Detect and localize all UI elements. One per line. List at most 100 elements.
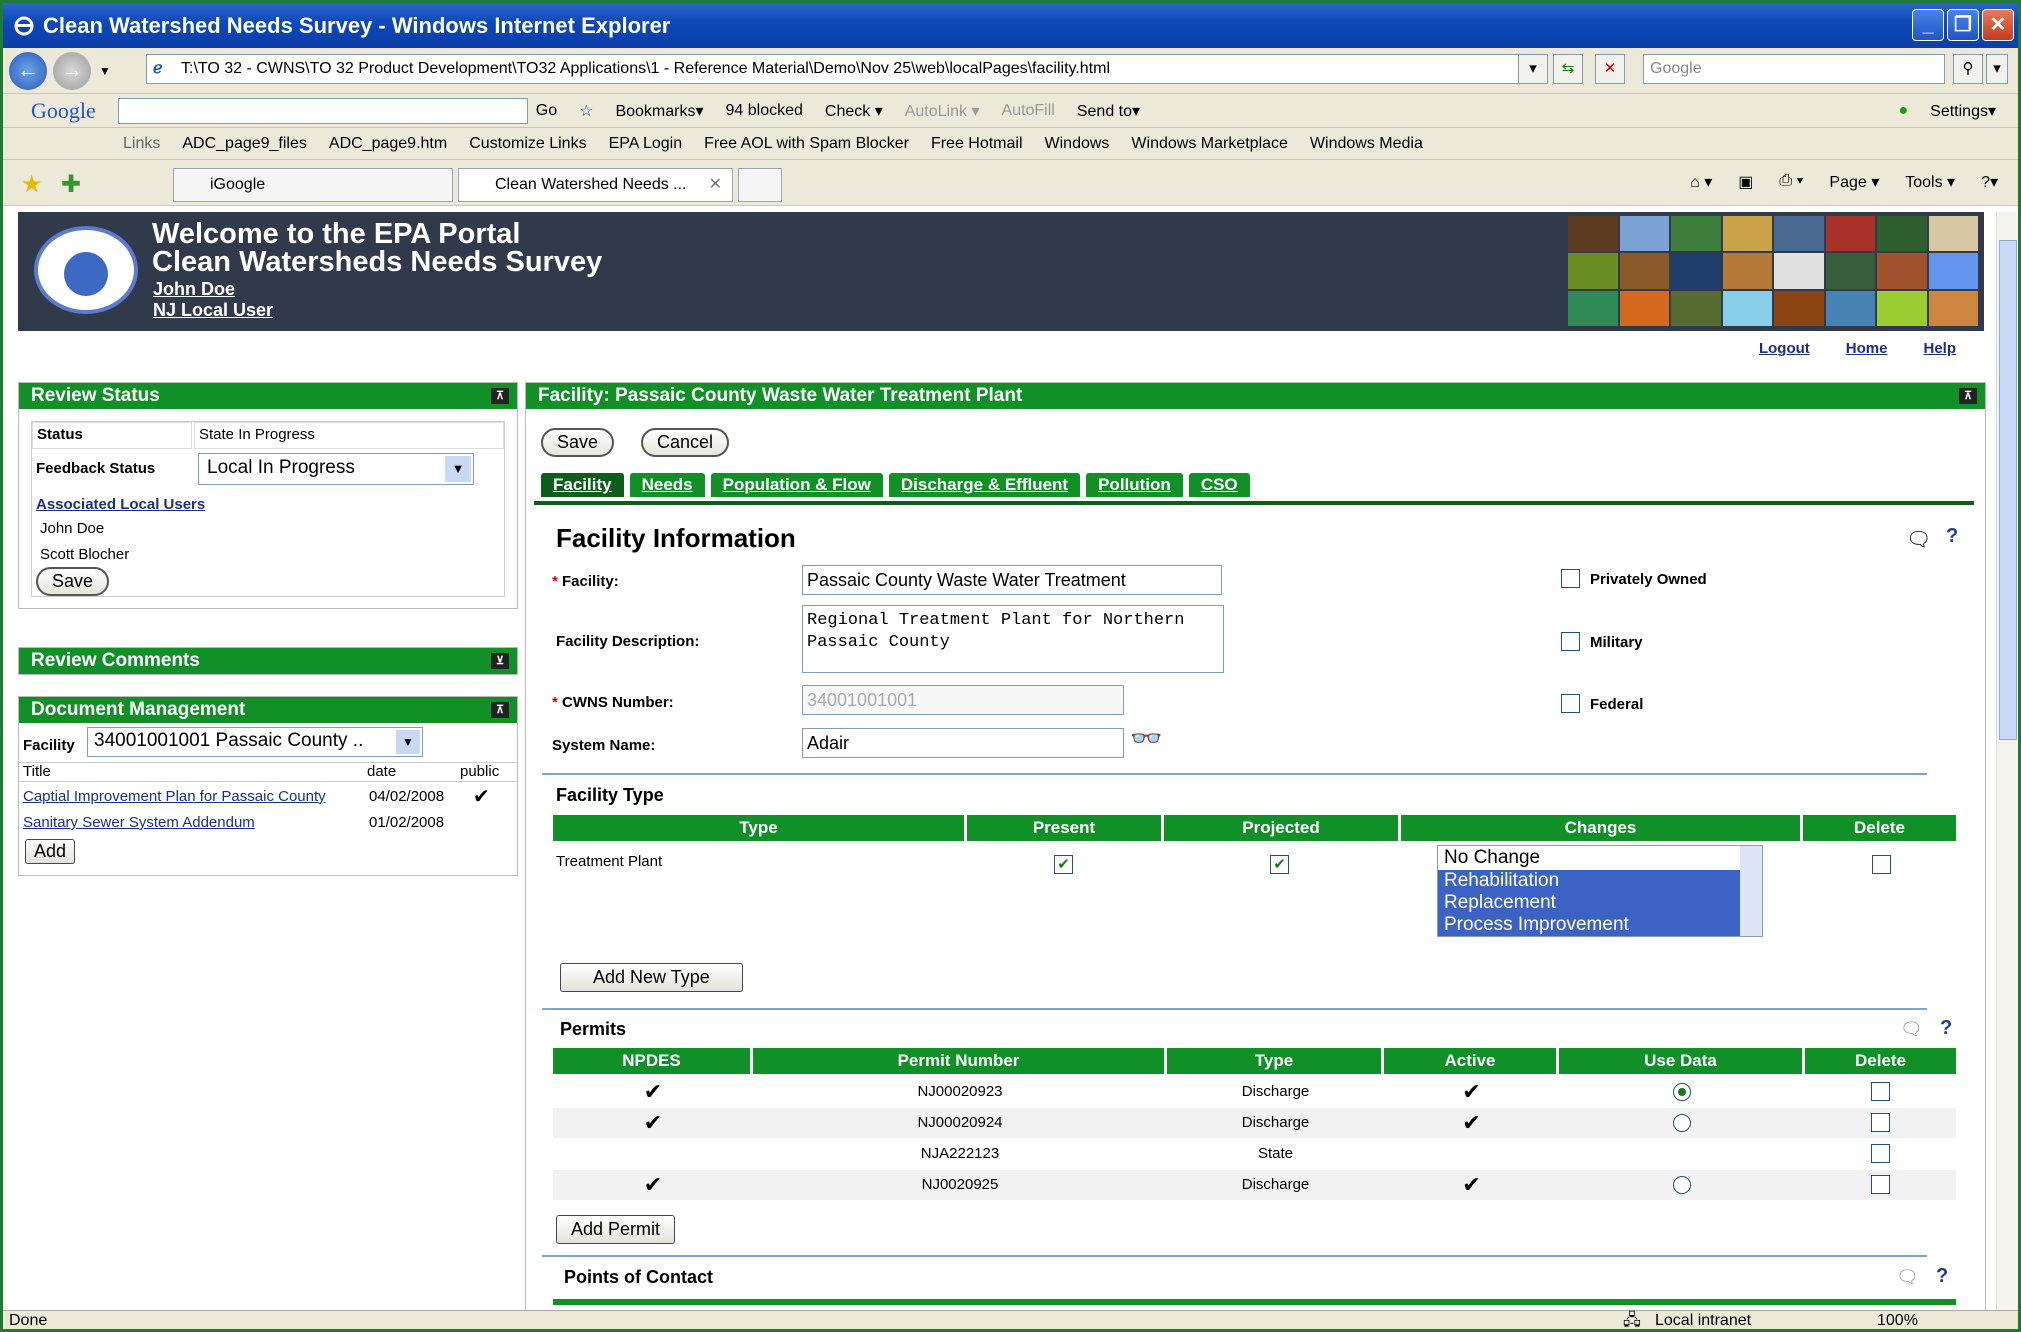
comment-icon[interactable]: 🗨	[1896, 1267, 1919, 1288]
spellcheck-button[interactable]: Check ▾	[825, 101, 883, 121]
address-input[interactable]: ℯ T:\TO 32 - CWNS\TO 32 Product Developm…	[146, 54, 1546, 84]
close-button[interactable]: ✕	[1982, 9, 2014, 41]
projected-checkbox[interactable]: ✔	[1270, 855, 1289, 874]
delete-permit-checkbox[interactable]	[1871, 1082, 1890, 1101]
collapse-icon[interactable]: ⊼	[491, 702, 509, 718]
restore-button[interactable]: ❐	[1947, 9, 1979, 41]
search-input[interactable]: Google	[1643, 54, 1945, 84]
help-icon[interactable]: ?	[1940, 1017, 1952, 1040]
help-icon[interactable]: ?	[1936, 1265, 1948, 1288]
comment-icon[interactable]: 🗨	[1906, 527, 1931, 552]
associated-users-link[interactable]: Associated Local Users	[36, 496, 205, 513]
tab-pollution[interactable]: Pollution	[1086, 473, 1183, 497]
google-search-input[interactable]	[117, 97, 528, 124]
option-process-improvement[interactable]: Process Improvement	[1438, 914, 1762, 936]
google-go-button[interactable]: Go	[536, 102, 557, 120]
option-rehabilitation[interactable]: Rehabilitation	[1438, 870, 1762, 892]
settings-button[interactable]: Settings▾	[1930, 101, 1996, 121]
binoculars-icon[interactable]: 👓	[1130, 723, 1162, 754]
facility-description-textarea[interactable]: Regional Treatment Plant for Northern Pa…	[802, 605, 1224, 673]
logout-link[interactable]: Logout	[1759, 340, 1810, 357]
use-data-radio[interactable]	[1673, 1083, 1691, 1101]
add-document-button[interactable]: Add	[25, 839, 76, 864]
link-epa-login[interactable]: EPA Login	[609, 135, 683, 153]
popup-blocked-button[interactable]: 94 blocked	[726, 102, 803, 120]
tools-menu[interactable]: Tools ▾	[1905, 172, 1955, 192]
delete-permit-checkbox[interactable]	[1871, 1175, 1890, 1194]
add-permit-button[interactable]: Add Permit	[556, 1215, 676, 1244]
autofill-button[interactable]: AutoFill	[1001, 102, 1054, 120]
tab-needs[interactable]: Needs	[629, 473, 705, 497]
chevron-down-icon[interactable]: ▼	[445, 456, 471, 482]
home-icon[interactable]: ⌂ ▾	[1690, 172, 1712, 192]
search-options-icon[interactable]: ▾	[1986, 54, 2008, 84]
link-windows[interactable]: Windows	[1045, 135, 1110, 153]
comment-icon[interactable]: 🗨	[1900, 1019, 1923, 1040]
refresh-icon[interactable]: ⇆	[1553, 54, 1583, 84]
option-no-change[interactable]: No Change	[1438, 846, 1762, 870]
link-adc-page[interactable]: ADC_page9.htm	[329, 135, 447, 153]
add-favorite-icon[interactable]: ✚	[61, 170, 81, 199]
privately-owned-checkbox[interactable]	[1561, 569, 1580, 588]
zoom-level[interactable]: 100%	[1877, 1311, 1918, 1329]
tab-cso[interactable]: CSO	[1188, 473, 1250, 497]
help-icon[interactable]: ?▾	[1981, 172, 1998, 192]
delete-permit-checkbox[interactable]	[1871, 1113, 1890, 1132]
doc-facility-select[interactable]: 34001001001 Passaic County .. ▼	[87, 727, 423, 757]
page-menu[interactable]: Page ▾	[1829, 172, 1879, 192]
save-button[interactable]: Save	[541, 428, 615, 457]
stop-icon[interactable]: ✕	[1595, 54, 1625, 84]
tab-facility[interactable]: Facility	[541, 473, 624, 497]
cancel-button[interactable]: Cancel	[641, 428, 730, 457]
link-customize[interactable]: Customize Links	[469, 135, 586, 153]
feeds-icon[interactable]: ▣	[1738, 172, 1753, 192]
chevron-down-icon[interactable]: ▼	[396, 730, 420, 754]
tab-igoogle[interactable]: iGoogle	[173, 168, 453, 202]
system-name-input[interactable]: Adair	[802, 728, 1124, 758]
cwns-number-input[interactable]: 34001001001	[802, 685, 1124, 715]
minimize-button[interactable]: _	[1912, 9, 1944, 41]
tab-population-flow[interactable]: Population & Flow	[710, 473, 883, 497]
forward-button[interactable]: →	[53, 51, 91, 90]
facility-name-input[interactable]: Passaic County Waste Water Treatment	[802, 565, 1222, 595]
use-data-radio[interactable]	[1673, 1114, 1691, 1132]
link-aol[interactable]: Free AOL with Spam Blocker	[704, 135, 909, 153]
link-hotmail[interactable]: Free Hotmail	[931, 135, 1023, 153]
tab-discharge-effluent[interactable]: Discharge & Effluent	[888, 473, 1081, 497]
favorites-star-icon[interactable]: ★	[21, 170, 43, 199]
link-adc-files[interactable]: ADC_page9_files	[182, 135, 307, 153]
doc-link[interactable]: Captial Improvement Plan for Passaic Cou…	[23, 788, 326, 805]
autolink-button[interactable]: AutoLink ▾	[905, 101, 980, 121]
delete-type-checkbox[interactable]	[1872, 855, 1891, 874]
present-checkbox[interactable]: ✔	[1054, 855, 1073, 874]
military-checkbox[interactable]	[1561, 632, 1580, 651]
history-dropdown-icon[interactable]: ▼	[99, 64, 111, 78]
delete-permit-checkbox[interactable]	[1871, 1144, 1890, 1163]
bookmarks-button[interactable]: Bookmarks▾	[615, 101, 703, 121]
expand-icon[interactable]: ⊻	[491, 653, 509, 669]
search-icon[interactable]: ⚲	[1953, 54, 1983, 84]
collapse-icon[interactable]: ⊼	[1959, 388, 1977, 404]
page-scrollbar[interactable]	[1996, 212, 2018, 1310]
link-marketplace[interactable]: Windows Marketplace	[1131, 135, 1288, 153]
feedback-status-select[interactable]: Local In Progress ▼	[198, 453, 474, 485]
address-dropdown-icon[interactable]: ▾	[1518, 54, 1548, 84]
new-tab-button[interactable]	[738, 168, 782, 202]
option-replacement[interactable]: Replacement	[1438, 892, 1762, 914]
back-button[interactable]: ←	[9, 51, 47, 90]
scrollbar-thumb[interactable]	[1999, 240, 2017, 740]
help-link[interactable]: Help	[1923, 340, 1956, 357]
print-icon[interactable]: ⎙ ▾	[1779, 172, 1803, 192]
role-link[interactable]: NJ Local User	[153, 300, 273, 321]
home-link[interactable]: Home	[1846, 340, 1888, 357]
tab-clean-watershed[interactable]: Clean Watershed Needs ... ✕	[458, 168, 733, 202]
doc-link[interactable]: Sanitary Sewer System Addendum	[23, 814, 255, 831]
help-icon[interactable]: ?	[1946, 525, 1958, 548]
collapse-icon[interactable]: ⊼	[491, 388, 509, 404]
add-new-type-button[interactable]: Add New Type	[560, 963, 743, 992]
review-save-button[interactable]: Save	[36, 567, 110, 596]
listbox-scrollbar[interactable]	[1740, 846, 1762, 936]
link-windows-media[interactable]: Windows Media	[1310, 135, 1423, 153]
changes-listbox[interactable]: No Change Rehabilitation Replacement Pro…	[1437, 845, 1763, 937]
tab-close-icon[interactable]: ✕	[709, 169, 722, 201]
